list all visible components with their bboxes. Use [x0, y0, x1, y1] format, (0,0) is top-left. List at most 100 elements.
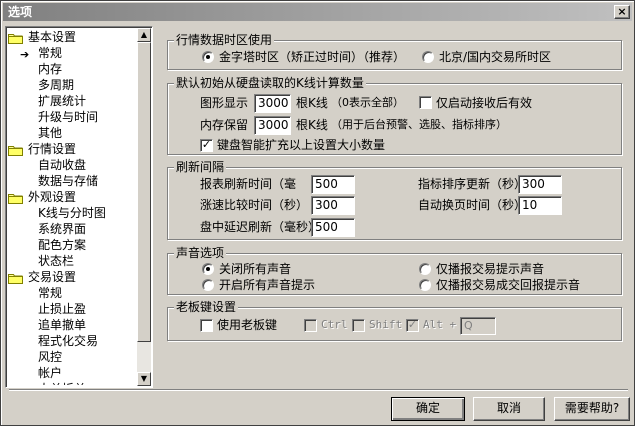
sound-trade-radio[interactable]: [419, 263, 431, 275]
tree-page-2[interactable]: 内存: [8, 61, 138, 77]
boss-key-group: 老板键设置 使用老板键 Ctrl Shift ✓ Alt + Q: [167, 300, 622, 341]
delay-refresh-label: 盘中延迟刷新（毫秒）: [200, 220, 321, 234]
timezone-pyramid-radio[interactable]: [202, 51, 214, 63]
auto-page-input[interactable]: 10: [518, 196, 562, 215]
tree-item-label: 配色方案: [38, 238, 87, 252]
tree-page-1[interactable]: ➔ 常规: [8, 45, 138, 61]
ok-button[interactable]: 确定: [391, 397, 465, 421]
display-count-input[interactable]: 3000: [254, 94, 291, 113]
tree-page-6[interactable]: 其他: [8, 125, 138, 141]
tree-page-11[interactable]: K线与分时图: [8, 205, 138, 221]
tree-item-label: 外观设置: [28, 190, 77, 204]
tree-item-label: 自动收盘: [38, 158, 87, 172]
sound-trade-label: 仅播报交易提示声音: [436, 262, 545, 276]
kline-count-group: 默认初始从硬盘读取的K线计算数量 图形显示 3000 根K线 （0表示全部） 仅…: [167, 76, 622, 155]
tree-page-12[interactable]: 系统界面: [8, 221, 138, 237]
tree-page-8[interactable]: 自动收盘: [8, 157, 138, 173]
kline-group-title: 默认初始从硬盘读取的K线计算数量: [174, 76, 366, 90]
timezone-group-title: 行情数据时区使用: [174, 33, 275, 47]
tree-page-16[interactable]: 常规: [8, 285, 138, 301]
keyboard-expand-checkbox[interactable]: ✓: [200, 139, 213, 152]
scroll-thumb[interactable]: [137, 42, 151, 342]
shift-checkbox[interactable]: [352, 319, 365, 332]
tree-page-21[interactable]: 帐户: [8, 365, 138, 381]
tree-item-label: 升级与时间: [38, 110, 99, 124]
options-dialog: 选项 × 基本设置 ➔ 常规 内存多周期扩展统计升级与时间其他 行情设置 自动收盘数据与存…: [0, 0, 635, 426]
delay-refresh-input[interactable]: 500: [311, 218, 355, 237]
refresh-group-title: 刷新间隔: [174, 160, 227, 174]
sound-on-radio[interactable]: [202, 279, 214, 291]
tree-item-label: 数据与存储: [38, 174, 99, 188]
bottom-separator: [9, 389, 628, 391]
tree-page-5[interactable]: 升级与时间: [8, 109, 138, 125]
sound-trade-report-label: 仅播报交易成交回报提示音: [436, 278, 581, 292]
refresh-interval-group: 刷新间隔 报表刷新时间（毫 500 指标排序更新（秒） 300 涨速比较时间（秒…: [167, 160, 622, 240]
tree-page-20[interactable]: 风控: [8, 349, 138, 365]
tree-item-label: K线与分时图: [38, 206, 106, 220]
tree-category-10[interactable]: 外观设置: [8, 189, 138, 205]
use-boss-key-label: 使用老板键: [217, 318, 278, 332]
timezone-beijing-label: 北京/国内交易所时区: [439, 50, 552, 64]
tree-page-17[interactable]: 止损止盈: [8, 301, 138, 317]
tree-item-label: 扩展统计: [38, 94, 87, 108]
boss-group-title: 老板键设置: [174, 300, 239, 314]
speed-compare-input[interactable]: 300: [311, 196, 355, 215]
speed-compare-label: 涨速比较时间（秒）: [200, 198, 309, 212]
close-button[interactable]: ×: [614, 5, 630, 19]
settings-tree: 基本设置 ➔ 常规 内存多周期扩展统计升级与时间其他 行情设置 自动收盘数据与存储外观设置…: [5, 26, 153, 388]
keyboard-expand-label: 键盘智能扩充以上设置大小数量: [217, 138, 386, 152]
tree-item-label: 内存: [38, 62, 63, 76]
tree-page-22[interactable]: 大单拆单: [8, 381, 138, 385]
tree-page-9[interactable]: 数据与存储: [8, 173, 138, 189]
timezone-pyramid-label: 金字塔时区（矫正过时间）（推荐）: [219, 50, 406, 64]
tree-category-0[interactable]: 基本设置: [8, 29, 138, 45]
sound-group-title: 声音选项: [174, 246, 227, 260]
boss-key-input[interactable]: Q: [460, 317, 496, 335]
tree-item-label: 帐户: [38, 366, 63, 380]
folder-open-icon: [8, 192, 23, 204]
ctrl-checkbox[interactable]: [304, 319, 317, 332]
use-boss-key-checkbox[interactable]: [200, 319, 213, 332]
tree-page-19[interactable]: 程式化交易: [8, 333, 138, 349]
indicator-sort-input[interactable]: 300: [518, 175, 562, 194]
display-count-label: 图形显示: [200, 96, 249, 110]
alt-checkbox[interactable]: ✓: [406, 319, 419, 332]
sound-options-group: 声音选项 关闭所有声音 仅播报交易提示声音 开启所有声音提示 仅播报交易成交回报…: [167, 246, 622, 295]
tree-item-label: 多周期: [38, 78, 75, 92]
tree-page-14[interactable]: 状态栏: [8, 253, 138, 269]
folder-open-icon: [8, 144, 23, 156]
window-title: 选项: [8, 5, 33, 19]
tree-item-label: 状态栏: [38, 254, 75, 268]
timezone-beijing-radio[interactable]: [422, 51, 434, 63]
memory-count-input[interactable]: 3000: [254, 116, 291, 135]
sound-trade-report-radio[interactable]: [419, 279, 431, 291]
only-after-start-checkbox[interactable]: [419, 96, 432, 109]
indicator-sort-label: 指标排序更新（秒）: [418, 177, 527, 191]
tree-item-label: 常规: [38, 286, 63, 300]
tree-page-4[interactable]: 扩展统计: [8, 93, 138, 109]
sound-off-radio[interactable]: [202, 263, 214, 275]
tree-category-15[interactable]: 交易设置: [8, 269, 138, 285]
sound-off-label: 关闭所有声音: [219, 262, 292, 276]
tree-item-label: 大单拆单: [38, 381, 86, 385]
cancel-button[interactable]: 取消: [473, 397, 545, 421]
tree-item-label: 基本设置: [28, 30, 77, 44]
tree-page-3[interactable]: 多周期: [8, 77, 138, 93]
tree-category-7[interactable]: 行情设置: [8, 141, 138, 157]
scroll-down-button[interactable]: ▼: [137, 372, 151, 386]
ctrl-label: Ctrl: [321, 318, 348, 331]
tree-item-label: 常规: [38, 46, 63, 60]
display-count-unit: 根K线: [296, 96, 328, 110]
tree-page-13[interactable]: 配色方案: [8, 237, 138, 253]
tree-item-label: 追单撤单: [38, 318, 87, 332]
tree-item-label: 系统界面: [38, 222, 87, 236]
scroll-up-button[interactable]: ▲: [137, 28, 151, 42]
tree-item-label: 其他: [38, 126, 63, 140]
help-button[interactable]: 需要帮助?: [554, 397, 630, 421]
tree-item-label: 程式化交易: [38, 334, 99, 348]
tree-scrollbar[interactable]: ▲ ▼: [137, 28, 151, 386]
report-refresh-input[interactable]: 500: [311, 175, 355, 194]
sound-on-label: 开启所有声音提示: [219, 278, 316, 292]
tree-item-label: 止损止盈: [38, 302, 87, 316]
tree-page-18[interactable]: 追单撤单: [8, 317, 138, 333]
